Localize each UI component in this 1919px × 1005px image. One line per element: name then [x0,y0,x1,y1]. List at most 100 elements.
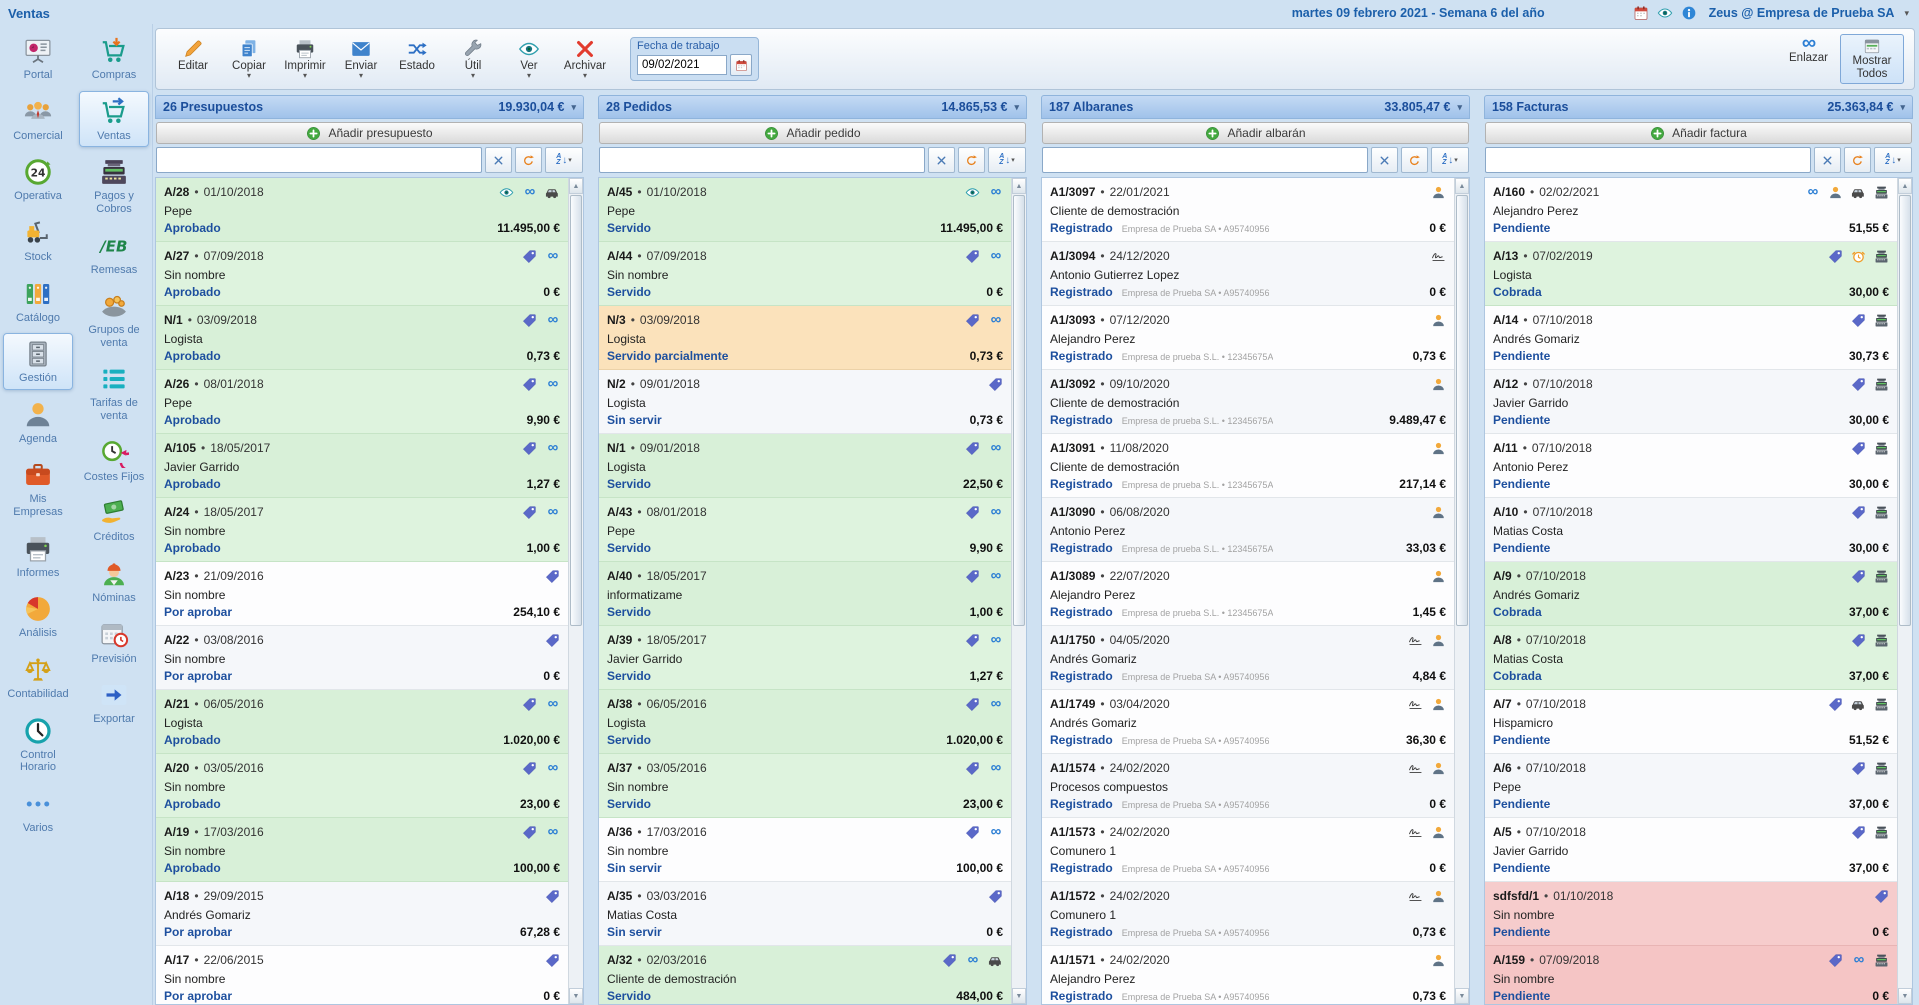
document-card[interactable]: A/40•18/05/2017∞informatizameServido1,00… [599,562,1011,626]
dropdown-caret[interactable]: ▾ [359,72,363,80]
sort-button[interactable]: AZ↓▾ [1874,147,1912,173]
document-card[interactable]: A/22•03/08/2016Sin nombrePor aprobar0 € [156,626,568,690]
document-card[interactable]: A/10•07/10/2018Matias CostaPendiente30,0… [1485,498,1897,562]
document-card[interactable]: N/1•03/09/2018∞LogistaAprobado0,73 € [156,306,568,370]
document-card[interactable]: A/37•03/05/2016∞Sin nombreServido23,00 € [599,754,1011,818]
toolbar-editar-button[interactable]: Editar [166,36,220,82]
nav-item-operativa[interactable]: 24Operativa [3,151,73,208]
document-card[interactable]: A/28•01/10/2018∞PepeAprobado11.495,00 € [156,178,568,242]
add-albarane-button[interactable]: Añadir albarán [1042,122,1469,144]
nav-item-ventas[interactable]: Ventas [79,91,149,148]
document-card[interactable]: A/38•06/05/2016∞LogistaServido1.020,00 € [599,690,1011,754]
document-card[interactable]: A/39•18/05/2017∞Javier GarridoServido1,2… [599,626,1011,690]
nav-item-control-horario[interactable]: Control Horario [3,710,73,779]
dropdown-caret[interactable]: ▾ [1454,156,1458,164]
document-card[interactable]: A/20•03/05/2016∞Sin nombreAprobado23,00 … [156,754,568,818]
document-card[interactable]: A/159•07/09/2018∞Sin nombrePendiente0 € [1485,946,1897,1004]
document-card[interactable]: A/5•07/10/2018Javier GarridoPendiente37,… [1485,818,1897,882]
sort-button[interactable]: AZ↓▾ [545,147,583,173]
nav-item-contabilidad[interactable]: Contabilidad [3,649,73,706]
scroll-down-button[interactable]: ▼ [1898,988,1912,1004]
document-card[interactable]: A/43•08/01/2018∞PepeServido9,90 € [599,498,1011,562]
nav-item-portal[interactable]: Portal [3,30,73,87]
document-card[interactable]: A/35•03/03/2016Matias CostaSin servir0 € [599,882,1011,946]
column-menu-caret[interactable]: ▾ [1014,102,1019,113]
nav-item-exportar[interactable]: Exportar [79,674,149,731]
toolbar-enviar-button[interactable]: Enviar▾ [334,36,388,82]
scrollbar-thumb[interactable] [570,195,582,626]
toolbar-archivar-button[interactable]: Archivar▾ [558,36,612,82]
document-card[interactable]: A1/3097•22/01/2021Cliente de demostració… [1042,178,1454,242]
document-card[interactable]: A/21•06/05/2016∞LogistaAprobado1.020,00 … [156,690,568,754]
search-input[interactable] [1485,147,1811,173]
nav-item-agenda[interactable]: Agenda [3,394,73,451]
dropdown-caret[interactable]: ▾ [1897,156,1901,164]
dropdown-caret[interactable]: ▾ [527,72,531,80]
nav-item-catalogo[interactable]: Catálogo [3,273,73,330]
document-card[interactable]: A/45•01/10/2018∞PepeServido11.495,00 € [599,178,1011,242]
document-card[interactable]: A/17•22/06/2015Sin nombrePor aprobar0 € [156,946,568,1004]
document-card[interactable]: A1/1749•03/04/2020Andrés GomarizRegistra… [1042,690,1454,754]
scroll-up-button[interactable]: ▲ [1012,178,1026,194]
scroll-up-button[interactable]: ▲ [1455,178,1469,194]
nav-item-mis-empresas[interactable]: Mis Empresas [3,454,73,523]
info-icon[interactable] [1681,5,1697,21]
refresh-button[interactable] [1401,147,1428,173]
scroll-up-button[interactable]: ▲ [569,178,583,194]
toolbar-copiar-button[interactable]: Copiar▾ [222,36,276,82]
document-card[interactable]: A1/3094•24/12/2020Antonio Gutierrez Lope… [1042,242,1454,306]
sort-button[interactable]: AZ↓▾ [1431,147,1469,173]
document-card[interactable]: N/3•03/09/2018∞LogistaServido parcialmen… [599,306,1011,370]
document-card[interactable]: A/8•07/10/2018Matias CostaCobrada37,00 € [1485,626,1897,690]
toolbar-estado-button[interactable]: Estado [390,36,444,82]
nav-item-varios[interactable]: Varios [3,783,73,840]
document-card[interactable]: A1/3089•22/07/2020Alejandro PerezRegistr… [1042,562,1454,626]
scrollbar-thumb[interactable] [1899,195,1911,626]
document-card[interactable]: A/14•07/10/2018Andrés GomarizPendiente30… [1485,306,1897,370]
refresh-button[interactable] [1844,147,1871,173]
clear-search-button[interactable] [485,147,512,173]
work-date-input[interactable] [637,55,727,75]
clear-search-button[interactable] [1371,147,1398,173]
dropdown-caret[interactable]: ▾ [568,156,572,164]
search-input[interactable] [599,147,925,173]
column-menu-caret[interactable]: ▾ [1900,102,1905,113]
dropdown-caret[interactable]: ▾ [303,72,307,80]
document-card[interactable]: A1/1750•04/05/2020Andrés GomarizRegistra… [1042,626,1454,690]
document-card[interactable]: A/9•07/10/2018Andrés GomarizCobrada37,00… [1485,562,1897,626]
sort-button[interactable]: AZ↓▾ [988,147,1026,173]
nav-item-informes[interactable]: Informes [3,528,73,585]
scroll-down-button[interactable]: ▼ [569,988,583,1004]
link-button[interactable]: ∞ Enlazar [1789,34,1828,64]
nav-item-compras[interactable]: Compras [79,30,149,87]
scrollbar-thumb[interactable] [1013,195,1025,626]
nav-item-stock[interactable]: Stock [3,212,73,269]
document-card[interactable]: A/18•29/09/2015Andrés GomarizPor aprobar… [156,882,568,946]
document-card[interactable]: A1/3092•09/10/2020Cliente de demostració… [1042,370,1454,434]
document-card[interactable]: A/160•02/02/2021∞Alejandro PerezPendient… [1485,178,1897,242]
clear-search-button[interactable] [928,147,955,173]
work-date-calendar-button[interactable] [730,54,752,76]
document-card[interactable]: A1/3090•06/08/2020Antonio PerezRegistrad… [1042,498,1454,562]
eye-icon[interactable] [1657,5,1673,21]
nav-item-nominas[interactable]: Nóminas [79,553,149,610]
search-input[interactable] [156,147,482,173]
document-card[interactable]: A/26•08/01/2018∞PepeAprobado9,90 € [156,370,568,434]
document-card[interactable]: A/13•07/02/2019LogistaCobrada30,00 € [1485,242,1897,306]
nav-item-remesas[interactable]: /EBRemesas [79,225,149,282]
document-card[interactable]: A/6•07/10/2018PepePendiente37,00 € [1485,754,1897,818]
document-card[interactable]: A/105•18/05/2017∞Javier GarridoAprobado1… [156,434,568,498]
user-menu-caret[interactable]: ▾ [1904,8,1909,19]
dropdown-caret[interactable]: ▾ [471,72,475,80]
scrollbar-thumb[interactable] [1456,195,1468,626]
nav-item-tarifas-de-venta[interactable]: Tarifas de venta [79,358,149,427]
document-card[interactable]: A1/1571•24/02/2020Alejandro PerezRegistr… [1042,946,1454,1004]
scroll-down-button[interactable]: ▼ [1455,988,1469,1004]
refresh-button[interactable] [958,147,985,173]
document-card[interactable]: sdfsfd/1•01/10/2018Sin nombrePendiente0 … [1485,882,1897,946]
user-menu[interactable]: Zeus @ Empresa de Prueba SA [1709,6,1895,20]
column-menu-caret[interactable]: ▾ [571,102,576,113]
document-card[interactable]: A/44•07/09/2018∞Sin nombreServido0 € [599,242,1011,306]
dropdown-caret[interactable]: ▾ [247,72,251,80]
refresh-button[interactable] [515,147,542,173]
